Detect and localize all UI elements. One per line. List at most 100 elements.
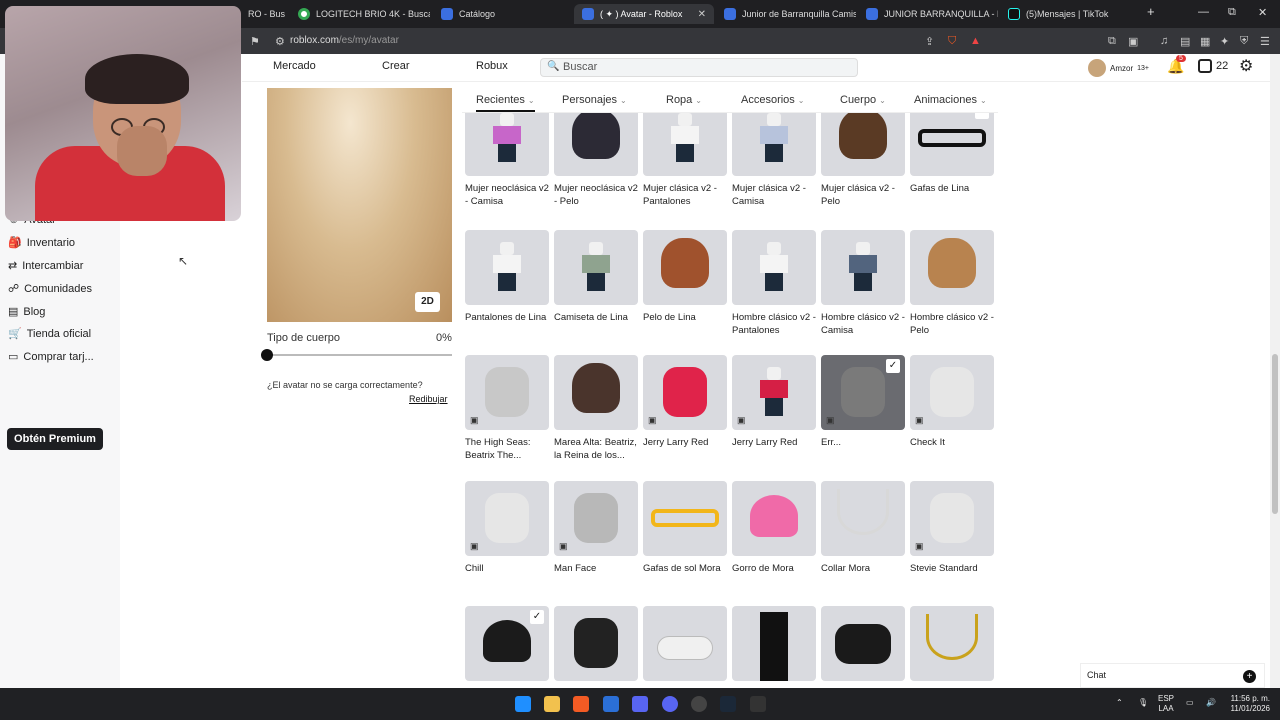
obs-icon[interactable] bbox=[691, 696, 707, 712]
brave-rewards-icon[interactable]: ▲ bbox=[970, 35, 981, 47]
avatar-item-card[interactable]: Marea Alta: Beatriz, la Reina de los... bbox=[554, 355, 638, 462]
avatar-item-card[interactable]: Hombre clásico v2 - Pantalones bbox=[732, 230, 816, 337]
avatar-item-card[interactable]: Mujer clásica v2 - Camisa bbox=[732, 113, 816, 208]
avatar-item-card[interactable]: ▣ Chill bbox=[465, 481, 549, 588]
avatar-preview[interactable]: 2D bbox=[267, 88, 452, 322]
tab-recientes[interactable]: Recientes ⌄ bbox=[476, 94, 535, 112]
avatar-item-card[interactable]: Mujer neoclásica v2 - Camisa bbox=[465, 113, 549, 208]
sidebar-item-intercambiar[interactable]: ⇄ Intercambiar bbox=[8, 259, 83, 273]
tab-accesorios[interactable]: Accesorios ⌄ bbox=[741, 94, 805, 106]
avatar-item-card[interactable]: ▣ Check It bbox=[910, 355, 994, 462]
avatar-item-card[interactable]: ▣ Jerry Larry Red bbox=[643, 355, 727, 462]
sidebar-icon[interactable]: ▤ bbox=[1180, 35, 1190, 48]
maximize-button[interactable]: ⧉ bbox=[1228, 6, 1236, 19]
file-explorer-icon[interactable] bbox=[544, 696, 560, 712]
browser-tab[interactable]: Catálogo bbox=[433, 4, 573, 24]
avatar-item-card[interactable] bbox=[821, 606, 905, 688]
avatar-item-card[interactable] bbox=[643, 606, 727, 688]
share-icon[interactable]: ⇪ bbox=[925, 35, 934, 48]
nav-link-mercado[interactable]: Mercado bbox=[273, 60, 316, 72]
browser-tab[interactable]: (5)Mensajes | TikTok bbox=[1000, 4, 1140, 24]
avatar-item-card[interactable]: ✓ bbox=[465, 606, 549, 688]
browser-tab[interactable]: RO - Busca bbox=[240, 4, 285, 24]
avatar-item-card[interactable]: Hombre clásico v2 - Pelo bbox=[910, 230, 994, 337]
vpn-icon[interactable]: ⛨ bbox=[1240, 35, 1248, 48]
brave-browser-icon[interactable] bbox=[573, 696, 589, 712]
url-field[interactable]: roblox.com/es/my/avatar bbox=[290, 35, 399, 46]
sidebar-item-comunidades[interactable]: ☍ Comunidades bbox=[8, 282, 92, 296]
scrollbar-thumb[interactable] bbox=[1272, 354, 1278, 514]
sidebar-item-gift-cards[interactable]: ▭ Comprar tarj... bbox=[8, 350, 94, 364]
redraw-link[interactable]: Redibujar bbox=[409, 394, 448, 404]
game-controller-icon[interactable] bbox=[632, 696, 648, 712]
avatar-item-card[interactable]: Camiseta de Lina bbox=[554, 230, 638, 337]
tab-animaciones[interactable]: Animaciones ⌄ bbox=[914, 94, 987, 106]
sidebar-item-inventario[interactable]: 🎒 Inventario bbox=[8, 236, 75, 250]
tab-personajes[interactable]: Personajes ⌄ bbox=[562, 94, 627, 106]
clock[interactable]: 11:56 p. m. 11/01/2026 bbox=[1224, 694, 1270, 714]
bookmark-icon[interactable]: ⚑ bbox=[250, 35, 260, 48]
browser-tab[interactable]: LOGITECH BRIO 4K - Buscar co bbox=[290, 4, 430, 24]
menu-icon[interactable]: ☰ bbox=[1260, 35, 1270, 48]
chat-add-icon[interactable]: + bbox=[1243, 670, 1256, 683]
steam-icon[interactable] bbox=[720, 696, 736, 712]
tab-ropa[interactable]: Ropa ⌄ bbox=[666, 94, 702, 106]
avatar-item-card[interactable]: ✓ Gafas de Lina bbox=[910, 113, 994, 208]
keyboard-language[interactable]: ESP LAA bbox=[1158, 694, 1174, 714]
close-window-button[interactable]: ✕ bbox=[1258, 6, 1267, 19]
close-tab-icon[interactable]: ✕ bbox=[698, 9, 706, 20]
avatar-item-card[interactable]: Mujer clásica v2 - Pantalones bbox=[643, 113, 727, 208]
avatar-item-card[interactable]: ▣ The High Seas: Beatrix The... bbox=[465, 355, 549, 462]
avatar-item-card[interactable] bbox=[910, 606, 994, 688]
avatar-item-card[interactable]: Mujer clásica v2 - Pelo bbox=[821, 113, 905, 208]
body-type-slider[interactable] bbox=[267, 354, 452, 356]
search-input[interactable]: 🔍 Buscar bbox=[540, 58, 858, 77]
avatar-item-card[interactable] bbox=[732, 606, 816, 688]
avatar-item-card[interactable]: Mujer neoclásica v2 - Pelo bbox=[554, 113, 638, 208]
avatar-item-card[interactable]: Pantalones de Lina bbox=[465, 230, 549, 337]
browser-tab[interactable]: Junior de Barranquilla Camiset bbox=[716, 4, 856, 24]
avatar-item-card[interactable]: Collar Mora bbox=[821, 481, 905, 588]
volume-icon[interactable]: 🔊 bbox=[1206, 698, 1216, 708]
avatar-item-card[interactable]: ▣ Stevie Standard bbox=[910, 481, 994, 588]
toggle-2d-button[interactable]: 2D bbox=[415, 292, 440, 312]
avatar-item-card[interactable]: Pelo de Lina bbox=[643, 230, 727, 337]
microphone-icon[interactable]: 🎙 bbox=[1138, 698, 1148, 708]
avatar-item-card[interactable]: Hombre clásico v2 - Camisa bbox=[821, 230, 905, 337]
epic-games-icon[interactable] bbox=[750, 696, 766, 712]
avatar-item-card[interactable] bbox=[554, 606, 638, 688]
avatar-item-card[interactable]: ✓ ▣ Err... bbox=[821, 355, 905, 462]
windows-start-icon[interactable] bbox=[515, 696, 531, 712]
avatar-item-card[interactable]: Gorro de Mora bbox=[732, 481, 816, 588]
screenshot-icon[interactable]: ▣ bbox=[1128, 35, 1138, 48]
user-profile-link[interactable]: Amzor 13+ bbox=[1088, 59, 1149, 77]
browser-tab[interactable]: JUNIOR BARRANQUILLA - Rob bbox=[858, 4, 998, 24]
page-scrollbar[interactable] bbox=[1270, 54, 1280, 688]
browser-tab-active[interactable]: ( ✦ ) Avatar - Roblox ✕ bbox=[574, 4, 714, 24]
settings-gear-icon[interactable]: ⚙ bbox=[1239, 56, 1253, 76]
avatar-item-card[interactable]: Gafas de sol Mora bbox=[643, 481, 727, 588]
discord-icon[interactable] bbox=[662, 696, 678, 712]
store-icon[interactable] bbox=[603, 696, 619, 712]
wallet-icon[interactable]: ▦ bbox=[1200, 35, 1210, 48]
sidebar-item-blog[interactable]: ▤ Blog bbox=[8, 305, 45, 319]
robux-balance[interactable]: 22 bbox=[1198, 59, 1228, 73]
site-info-icon[interactable]: ⚙ bbox=[275, 35, 285, 48]
avatar-item-card[interactable]: ▣ Man Face bbox=[554, 481, 638, 588]
media-icon[interactable]: ♫ bbox=[1160, 35, 1168, 47]
avatar-item-card[interactable]: ▣ Jerry Larry Red bbox=[732, 355, 816, 462]
minimize-button[interactable]: — bbox=[1198, 6, 1209, 18]
network-icon[interactable]: ▭ bbox=[1186, 698, 1194, 708]
tray-chevron-up-icon[interactable]: ⌃ bbox=[1116, 698, 1123, 708]
leo-ai-icon[interactable]: ✦ bbox=[1220, 35, 1229, 48]
chat-bar[interactable]: Chat + bbox=[1080, 663, 1265, 688]
tab-cuerpo[interactable]: Cuerpo ⌄ bbox=[840, 94, 886, 106]
nav-link-robux[interactable]: Robux bbox=[476, 60, 508, 72]
body-type-slider-knob[interactable] bbox=[261, 349, 273, 361]
nav-link-crear[interactable]: Crear bbox=[382, 60, 410, 72]
new-tab-button[interactable]: + bbox=[1147, 4, 1155, 19]
sidebar-item-tienda[interactable]: 🛒 Tienda oficial bbox=[8, 327, 91, 341]
premium-button[interactable]: Obtén Premium bbox=[7, 428, 103, 450]
brave-shield-icon[interactable]: ⛉ bbox=[948, 35, 956, 48]
extensions-icon[interactable]: ⧉ bbox=[1108, 35, 1116, 48]
